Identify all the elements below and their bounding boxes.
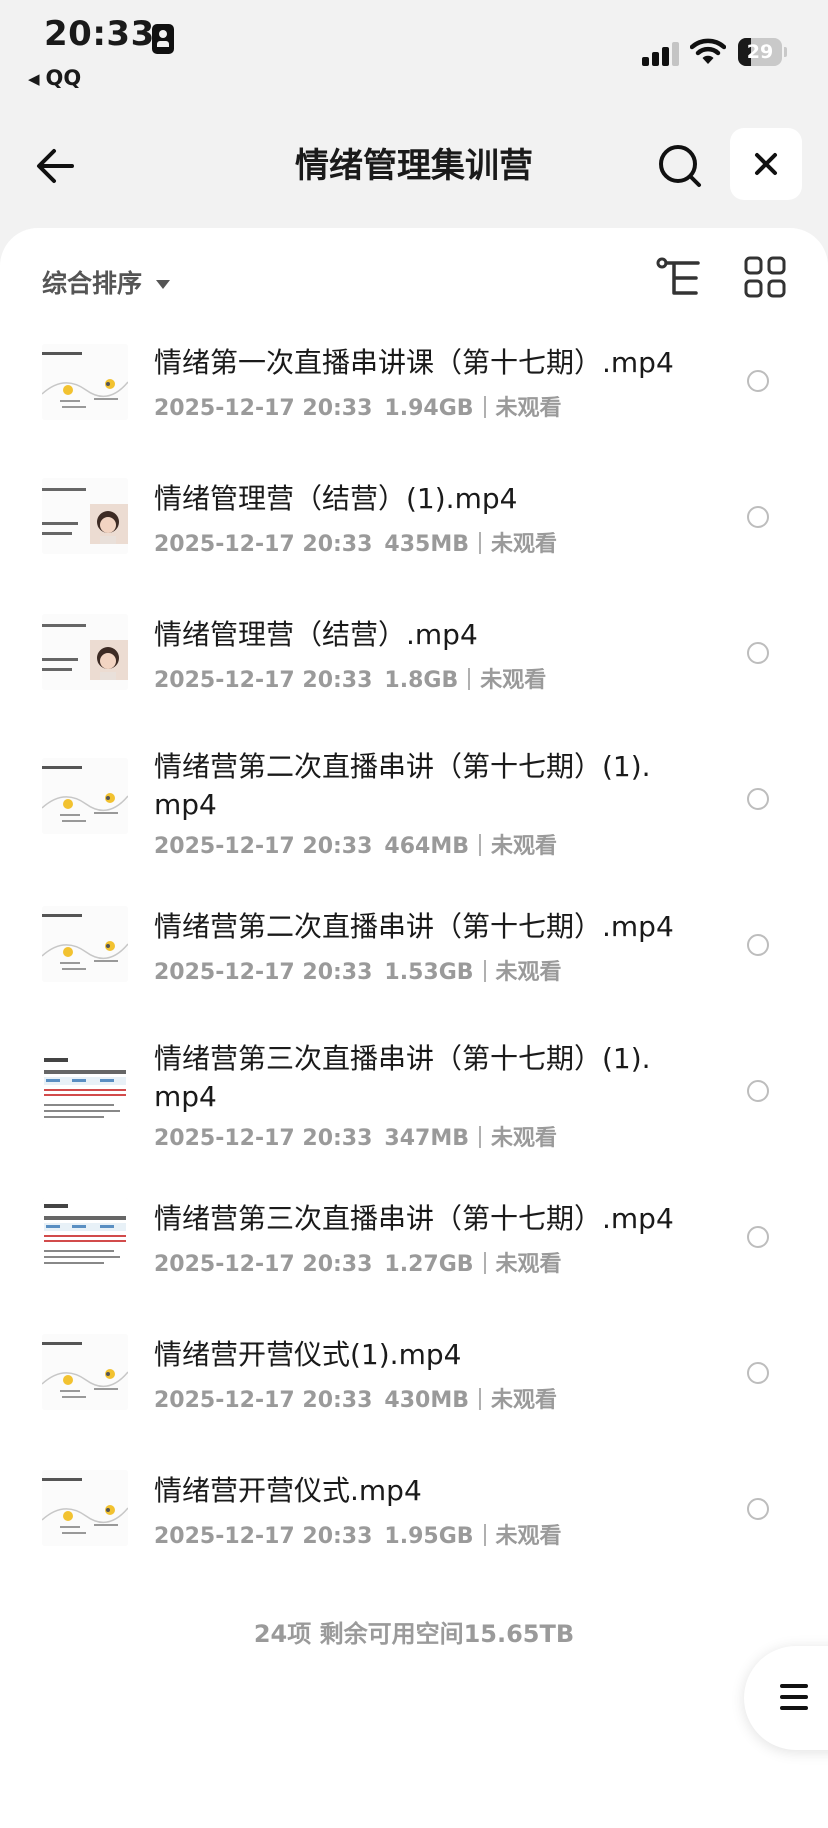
watch-status: 未观看: [495, 396, 562, 421]
battery-percent: 29: [746, 41, 774, 63]
video-thumbnail[interactable]: [42, 906, 128, 982]
file-size: 1.94GB: [384, 396, 474, 421]
select-radio[interactable]: [747, 642, 769, 664]
file-date: 2025-12-17 20:33: [154, 396, 373, 421]
search-icon[interactable]: [654, 140, 706, 192]
file-meta: 2025-12-17 20:33 1.8GB 未观看: [154, 662, 546, 694]
back-triangle-icon: ◀: [28, 70, 40, 88]
file-list-sheet: 综合排序: [0, 228, 828, 1828]
file-size: 430MB: [384, 1388, 470, 1413]
file-meta: 2025-12-17 20:33 1.95GB 未观看: [154, 1518, 562, 1550]
close-icon: [755, 153, 777, 175]
video-thumbnail[interactable]: [42, 1334, 128, 1410]
watch-status: 未观看: [480, 668, 547, 693]
meta-divider: [479, 532, 482, 554]
watch-status: 未观看: [491, 1126, 558, 1151]
status-bar: 20:33 ◀ QQ 29: [0, 0, 828, 100]
select-radio[interactable]: [747, 788, 769, 810]
close-button[interactable]: [730, 128, 802, 200]
id-badge-icon: [152, 24, 174, 54]
file-name[interactable]: 情绪管理营（结营）.mp4: [154, 616, 674, 654]
video-thumbnail[interactable]: [42, 758, 128, 834]
file-size: 347MB: [384, 1126, 470, 1151]
file-name[interactable]: 情绪第一次直播串讲课（第十七期）.mp4: [154, 344, 674, 382]
storage-summary: 24项 剩余可用空间15.65TB: [253, 1620, 575, 1648]
caret-down-icon: [156, 280, 171, 289]
file-date: 2025-12-17 20:33: [154, 960, 373, 985]
back-app-label: QQ: [45, 66, 82, 90]
file-date: 2025-12-17 20:33: [154, 1252, 373, 1277]
watch-status: 未观看: [495, 1524, 562, 1549]
file-size: 1.95GB: [384, 1524, 474, 1549]
file-size: 1.27GB: [384, 1252, 474, 1277]
wifi-icon: [690, 38, 726, 64]
back-to-app-link[interactable]: ◀ QQ: [28, 66, 81, 90]
file-date: 2025-12-17 20:33: [154, 1524, 373, 1549]
file-meta: 2025-12-17 20:33 464MB 未观看: [154, 828, 557, 860]
video-thumbnail[interactable]: [42, 1052, 128, 1128]
watch-status: 未观看: [491, 532, 558, 557]
file-date: 2025-12-17 20:33: [154, 834, 373, 859]
watch-status: 未观看: [491, 1388, 558, 1413]
sort-label: 综合排序: [42, 269, 143, 298]
file-name[interactable]: 情绪营第二次直播串讲（第十七期）(1).mp4: [154, 748, 674, 824]
meta-divider: [483, 1252, 486, 1274]
sort-dropdown[interactable]: 综合排序: [42, 264, 171, 300]
video-thumbnail[interactable]: [42, 1470, 128, 1546]
select-radio[interactable]: [747, 1362, 769, 1384]
select-radio[interactable]: [747, 506, 769, 528]
grid-view-icon[interactable]: [744, 256, 786, 298]
meta-divider: [479, 834, 482, 856]
file-date: 2025-12-17 20:33: [154, 1388, 373, 1413]
video-thumbnail[interactable]: [42, 1198, 128, 1274]
select-radio[interactable]: [747, 1498, 769, 1520]
video-thumbnail[interactable]: [42, 614, 128, 690]
file-name[interactable]: 情绪营第三次直播串讲（第十七期）(1).mp4: [154, 1040, 674, 1116]
video-thumbnail[interactable]: [42, 478, 128, 554]
meta-divider: [479, 1388, 482, 1410]
file-meta: 2025-12-17 20:33 435MB 未观看: [154, 526, 557, 558]
select-radio[interactable]: [747, 1226, 769, 1248]
file-meta: 2025-12-17 20:33 1.53GB 未观看: [154, 954, 562, 986]
file-meta: 2025-12-17 20:33 1.94GB 未观看: [154, 390, 562, 422]
file-meta: 2025-12-17 20:33 1.27GB 未观看: [154, 1246, 562, 1278]
file-size: 435MB: [384, 532, 470, 557]
status-time: 20:33: [44, 14, 155, 54]
meta-divider: [468, 668, 471, 690]
file-size: 1.8GB: [384, 668, 459, 693]
menu-icon: [780, 1684, 808, 1717]
file-size: 464MB: [384, 834, 470, 859]
file-name[interactable]: 情绪营开营仪式(1).mp4: [154, 1336, 674, 1374]
battery-indicator: 29: [738, 38, 787, 66]
file-meta: 2025-12-17 20:33 430MB 未观看: [154, 1382, 557, 1414]
cellular-signal-icon: [642, 40, 682, 66]
select-radio[interactable]: [747, 370, 769, 392]
file-date: 2025-12-17 20:33: [154, 668, 373, 693]
watch-status: 未观看: [495, 960, 562, 985]
meta-divider: [479, 1126, 482, 1148]
meta-divider: [483, 396, 486, 418]
file-name[interactable]: 情绪营开营仪式.mp4: [154, 1472, 674, 1510]
file-meta: 2025-12-17 20:33 347MB 未观看: [154, 1120, 557, 1152]
video-thumbnail[interactable]: [42, 344, 128, 420]
watch-status: 未观看: [495, 1252, 562, 1277]
file-date: 2025-12-17 20:33: [154, 1126, 373, 1151]
watch-status: 未观看: [491, 834, 558, 859]
meta-divider: [483, 960, 486, 982]
file-date: 2025-12-17 20:33: [154, 532, 373, 557]
meta-divider: [483, 1524, 486, 1546]
select-radio[interactable]: [747, 934, 769, 956]
tree-view-icon[interactable]: [656, 256, 702, 300]
file-name[interactable]: 情绪管理营（结营）(1).mp4: [154, 480, 674, 518]
file-size: 1.53GB: [384, 960, 474, 985]
file-name[interactable]: 情绪营第二次直播串讲（第十七期）.mp4: [154, 908, 674, 946]
file-name[interactable]: 情绪营第三次直播串讲（第十七期）.mp4: [154, 1200, 674, 1238]
select-radio[interactable]: [747, 1080, 769, 1102]
